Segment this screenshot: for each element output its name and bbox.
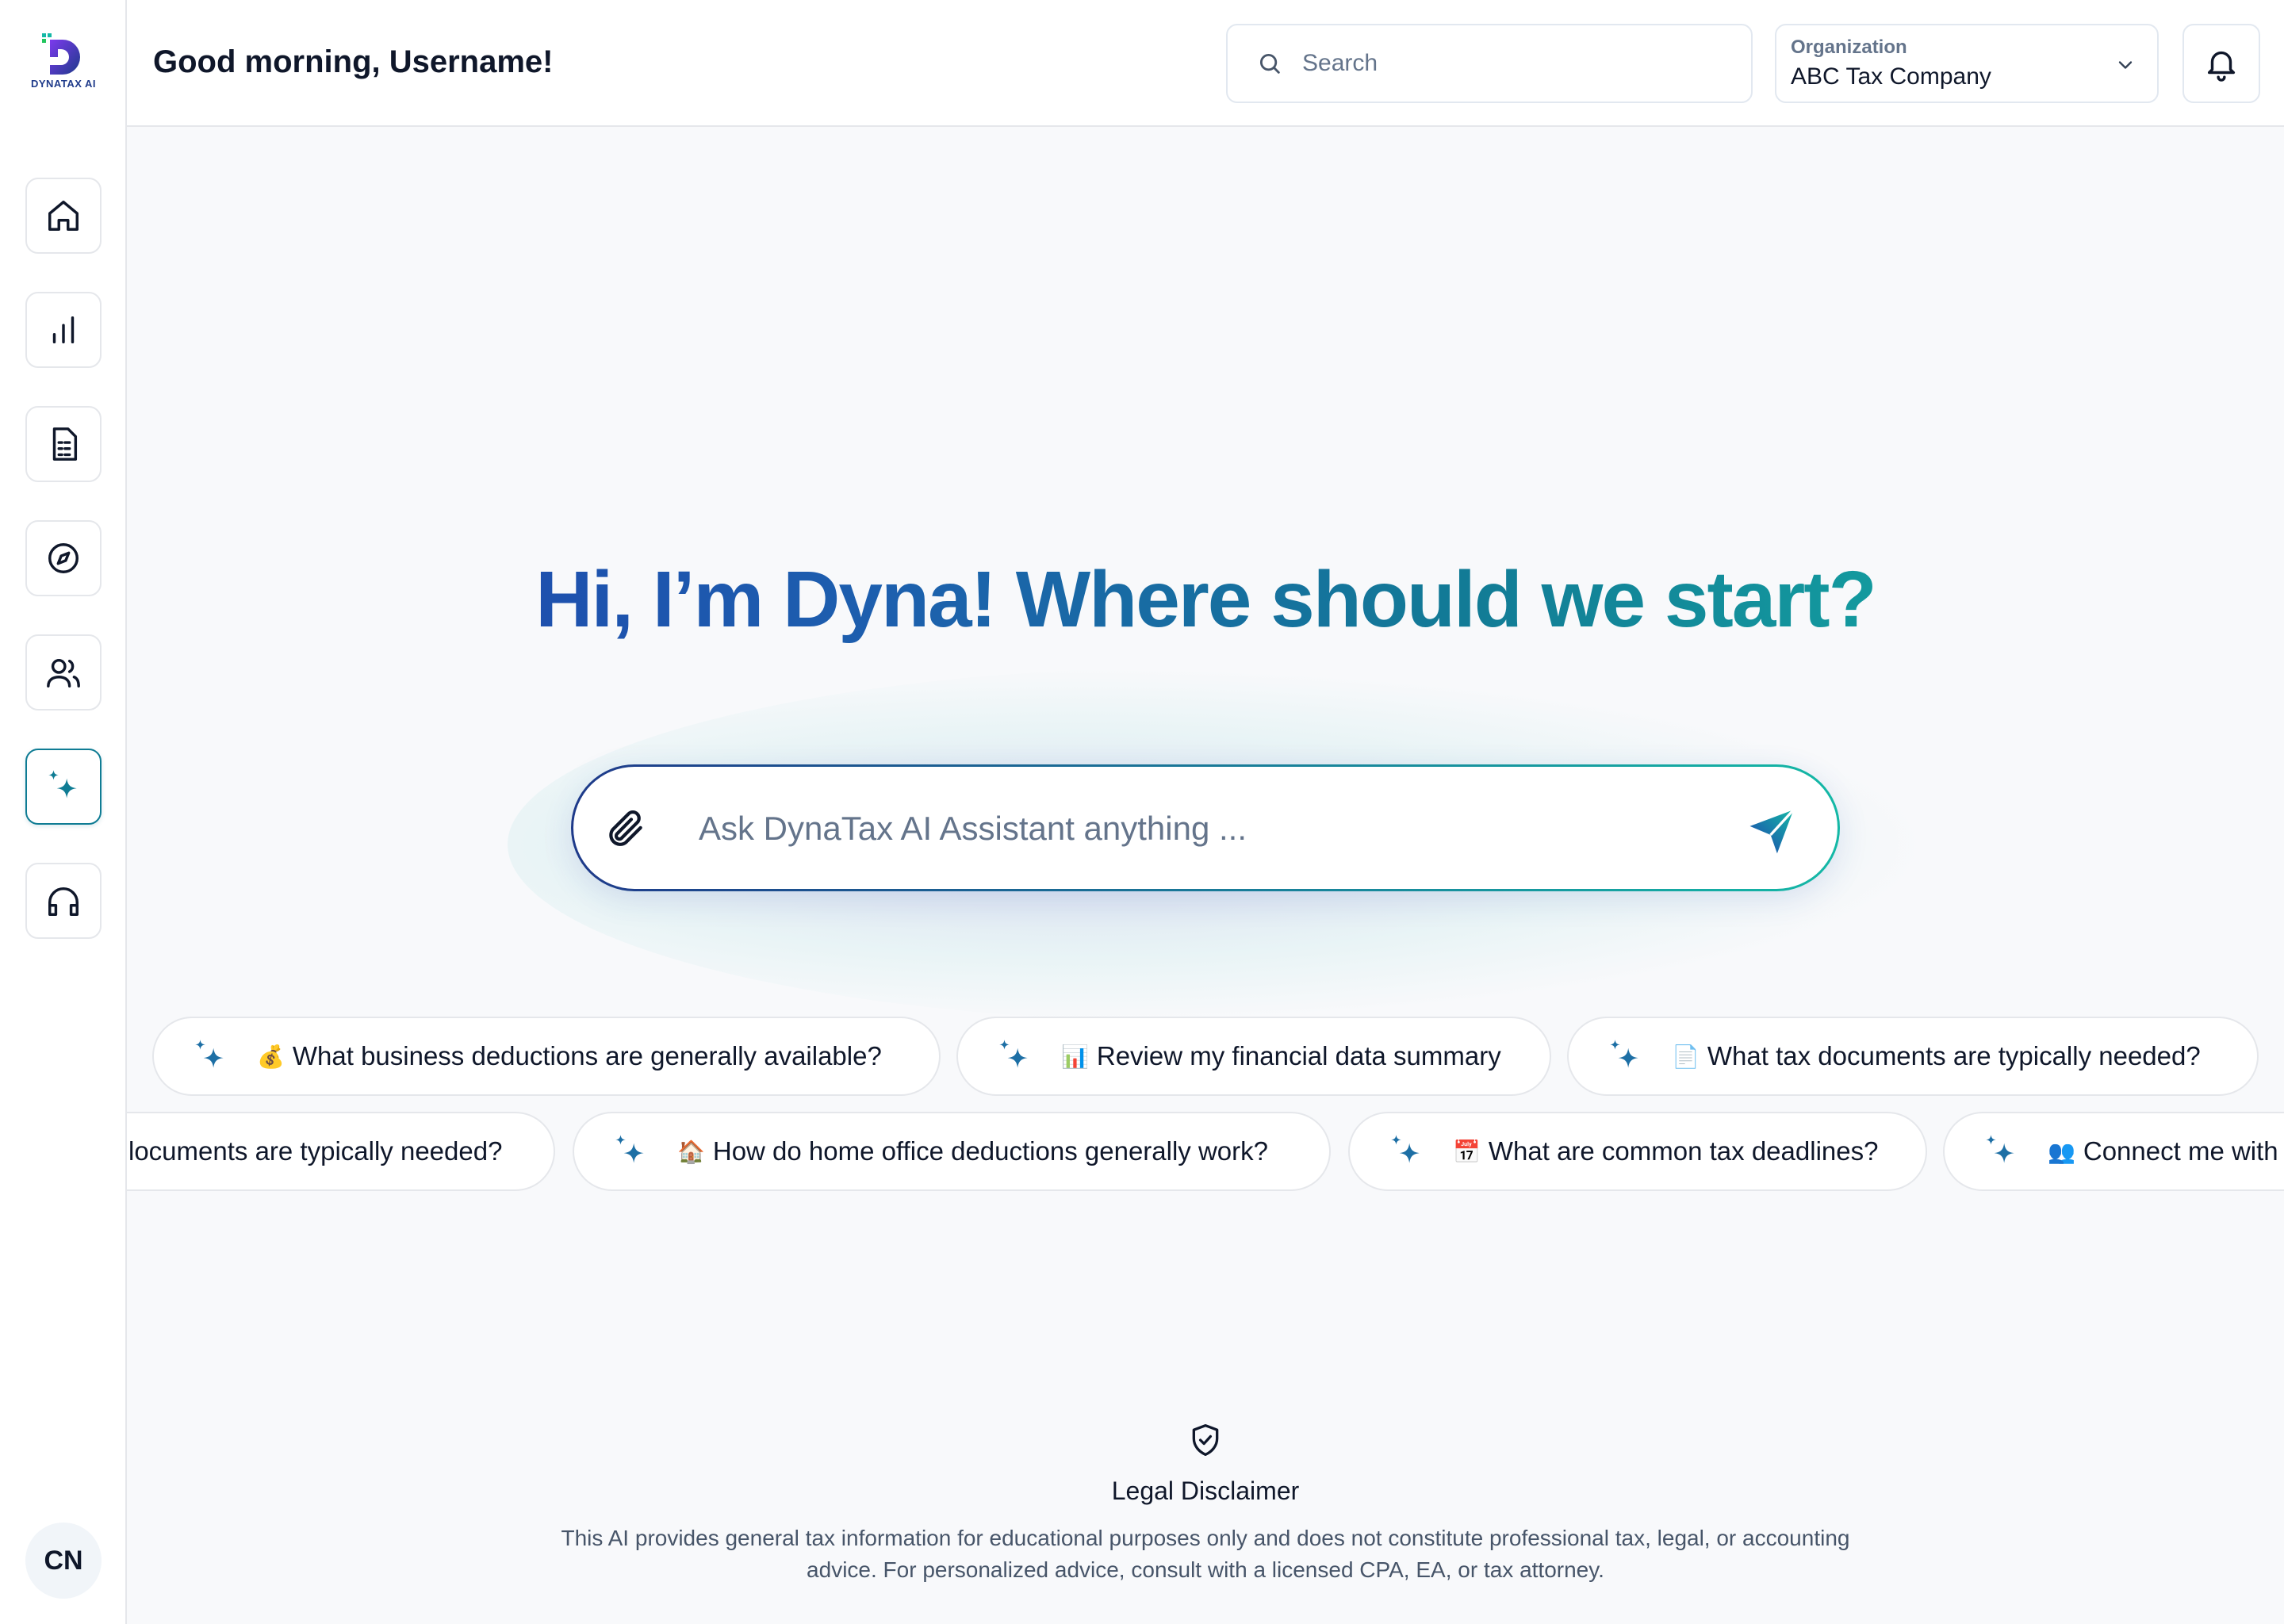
disclaimer-text: This AI provides general tax information… bbox=[561, 1526, 1850, 1582]
search-input[interactable] bbox=[1302, 50, 1746, 77]
attach-icon[interactable] bbox=[604, 806, 648, 851]
chip-emoji: 🏠 bbox=[677, 1139, 705, 1164]
chip-emoji: 📅 bbox=[1453, 1139, 1481, 1164]
bell-icon bbox=[2207, 51, 2236, 82]
suggestion-chip[interactable]: 📅 What are common tax deadlines? bbox=[1348, 1112, 1927, 1191]
chip-label: Review my financial data summary bbox=[1096, 1041, 1501, 1071]
chevron-down-icon bbox=[2118, 61, 2133, 69]
sidebar-item-explore[interactable] bbox=[25, 520, 102, 596]
document-icon bbox=[52, 427, 78, 461]
suggestion-chip[interactable]: 📄 What tax documents are typically neede… bbox=[1567, 1017, 2259, 1096]
sidebar-item-ai-assistant[interactable] bbox=[25, 749, 102, 825]
chip-emoji: 📊 bbox=[1061, 1044, 1089, 1069]
sidebar: DYNATAX AI CN bbox=[0, 0, 127, 1624]
organization-value: ABC Tax Company bbox=[1791, 63, 1991, 90]
suggestion-chip[interactable]: 🏠 How do home office deductions generall… bbox=[573, 1112, 1331, 1191]
logo-text: DYNATAX AI bbox=[30, 78, 97, 90]
sparkle-icon bbox=[48, 770, 77, 799]
send-icon[interactable] bbox=[1746, 803, 1798, 856]
chip-emoji: 📄 bbox=[1672, 1044, 1700, 1069]
chip-label: Connect me with bbox=[2083, 1136, 2278, 1166]
chip-label: How do home office deductions generally … bbox=[712, 1136, 1268, 1166]
chip-label: locuments are typically needed? bbox=[128, 1136, 503, 1166]
top-header: Good morning, Username! Organization ABC… bbox=[127, 0, 2284, 127]
suggestion-chip[interactable]: 📊 Review my financial data summary bbox=[956, 1017, 1551, 1096]
brand-logo[interactable]: DYNATAX AI bbox=[30, 32, 97, 95]
sparkle-icon bbox=[190, 1036, 230, 1076]
sparkle-icon bbox=[1386, 1132, 1426, 1171]
sidebar-item-documents[interactable] bbox=[25, 406, 102, 482]
sparkle-icon bbox=[1605, 1036, 1645, 1076]
sidebar-edge bbox=[0, 1094, 127, 1205]
greeting-title: Good morning, Username! bbox=[153, 44, 554, 79]
avatar[interactable]: CN bbox=[25, 1522, 102, 1599]
users-icon bbox=[47, 658, 80, 688]
assistant-input-bar[interactable] bbox=[571, 764, 1840, 891]
bar-chart-icon bbox=[52, 316, 75, 344]
suggestion-chip[interactable]: locuments are typically needed? bbox=[79, 1112, 555, 1191]
shield-check-icon bbox=[1192, 1424, 1219, 1456]
assistant-prompt-input[interactable] bbox=[699, 805, 1698, 852]
headphones-icon bbox=[48, 887, 79, 916]
sparkle-icon bbox=[994, 1036, 1034, 1076]
organization-select[interactable]: Organization ABC Tax Company bbox=[1775, 24, 2159, 103]
suggestion-chip[interactable]: 👥 Connect me with bbox=[1943, 1112, 2284, 1191]
chip-emoji: 👥 bbox=[2048, 1139, 2075, 1164]
search-icon bbox=[1256, 50, 1283, 77]
organization-label: Organization bbox=[1791, 36, 1907, 58]
home-icon bbox=[48, 201, 79, 231]
sidebar-item-home[interactable] bbox=[25, 178, 102, 254]
sparkle-icon bbox=[611, 1132, 650, 1171]
chip-label: What business deductions are generally a… bbox=[292, 1041, 882, 1071]
chip-label: What are common tax deadlines? bbox=[1488, 1136, 1879, 1166]
chip-emoji: 💰 bbox=[257, 1044, 285, 1069]
notifications-button[interactable] bbox=[2182, 24, 2260, 103]
search-box[interactable] bbox=[1226, 24, 1753, 103]
sparkle-icon bbox=[1981, 1132, 2021, 1171]
chip-label: What tax documents are typically needed? bbox=[1707, 1041, 2201, 1071]
hero-title: Hi, I’m Dyna! Where should we start? bbox=[127, 555, 2284, 644]
sidebar-item-analytics[interactable] bbox=[25, 292, 102, 368]
logo-icon bbox=[42, 33, 80, 75]
compass-icon bbox=[48, 543, 79, 573]
sidebar-item-clients[interactable] bbox=[25, 634, 102, 710]
disclaimer-title: Legal Disclaimer bbox=[1111, 1477, 1300, 1505]
sidebar-item-support[interactable] bbox=[25, 863, 102, 939]
suggestion-chip[interactable]: 💰 What business deductions are generally… bbox=[152, 1017, 941, 1096]
